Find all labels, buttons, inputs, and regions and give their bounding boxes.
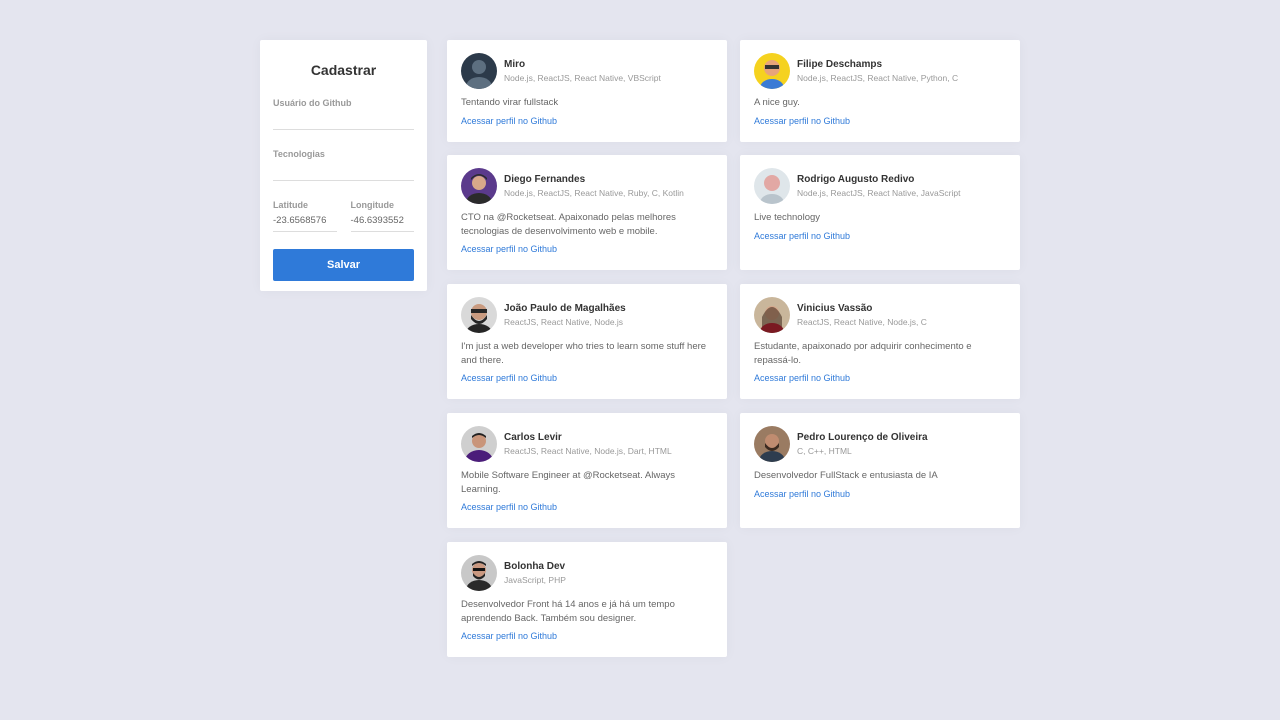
dev-card: Vinicius Vassão ReactJS, React Native, N… xyxy=(740,284,1020,399)
github-profile-link[interactable]: Acessar perfil no Github xyxy=(754,116,850,126)
dev-techs: Node.js, ReactJS, React Native, VBScript xyxy=(504,73,661,83)
user-info: Carlos Levir ReactJS, React Native, Node… xyxy=(504,432,672,456)
longitude-field[interactable]: Longitude -46.6393552 xyxy=(350,200,414,232)
techs-input[interactable] xyxy=(273,159,414,181)
dev-name: Rodrigo Augusto Redivo xyxy=(797,174,915,185)
dev-techs: Node.js, ReactJS, React Native, Python, … xyxy=(797,73,959,83)
github-profile-link[interactable]: Acessar perfil no Github xyxy=(754,373,850,383)
github-profile-link[interactable]: Acessar perfil no Github xyxy=(461,373,557,383)
dev-card: Pedro Lourenço de Oliveira C, C++, HTML … xyxy=(740,413,1020,528)
avatar xyxy=(754,297,790,333)
avatar xyxy=(461,297,497,333)
dev-card: Miro Node.js, ReactJS, React Native, VBS… xyxy=(447,40,727,142)
dev-bio: I'm just a web developer who tries to le… xyxy=(461,341,707,366)
github-user-input[interactable] xyxy=(273,108,414,130)
dev-name: Diego Fernandes xyxy=(504,174,586,185)
dev-card: Filipe Deschamps Node.js, ReactJS, React… xyxy=(740,40,1020,142)
longitude-input[interactable]: -46.6393552 xyxy=(350,210,414,232)
user-info: Diego Fernandes Node.js, ReactJS, React … xyxy=(504,174,684,198)
longitude-label: Longitude xyxy=(350,200,395,210)
dev-techs: Node.js, ReactJS, React Native, JavaScri… xyxy=(797,188,961,198)
user-info: Vinicius Vassão ReactJS, React Native, N… xyxy=(797,303,927,327)
dev-card: Carlos Levir ReactJS, React Native, Node… xyxy=(447,413,727,528)
avatar xyxy=(754,168,790,204)
dev-card-header: Pedro Lourenço de Oliveira C, C++, HTML xyxy=(754,426,1006,462)
latitude-field[interactable]: Latitude -23.6568576 xyxy=(273,200,337,232)
github-profile-link[interactable]: Acessar perfil no Github xyxy=(754,489,850,499)
register-form-panel: Cadastrar Usuário do Github Tecnologias … xyxy=(260,40,427,291)
dev-techs: C, C++, HTML xyxy=(797,446,852,456)
github-profile-link[interactable]: Acessar perfil no Github xyxy=(461,631,557,641)
avatar xyxy=(461,426,497,462)
avatar xyxy=(461,53,497,89)
dev-techs: ReactJS, React Native, Node.js, C xyxy=(797,317,927,327)
dev-card-header: Miro Node.js, ReactJS, React Native, VBS… xyxy=(461,53,713,89)
dev-techs: ReactJS, React Native, Node.js, Dart, HT… xyxy=(504,446,672,456)
github-profile-link[interactable]: Acessar perfil no Github xyxy=(461,116,557,126)
dev-techs: JavaScript, PHP xyxy=(504,575,566,585)
dev-bio: Desenvolvedor FullStack e entusiasta de … xyxy=(754,470,938,481)
dev-card: Rodrigo Augusto Redivo Node.js, ReactJS,… xyxy=(740,155,1020,270)
latitude-input[interactable]: -23.6568576 xyxy=(273,210,337,232)
avatar xyxy=(754,426,790,462)
dev-techs: Node.js, ReactJS, React Native, Ruby, C,… xyxy=(504,188,684,198)
dev-card-header: Vinicius Vassão ReactJS, React Native, N… xyxy=(754,297,1006,333)
dev-bio: A nice guy. xyxy=(754,97,800,108)
dev-name: Bolonha Dev xyxy=(504,561,566,572)
save-button[interactable]: Salvar xyxy=(273,249,414,281)
dev-bio: Estudante, apaixonado por adquirir conhe… xyxy=(754,341,972,366)
dev-card-header: Diego Fernandes Node.js, ReactJS, React … xyxy=(461,168,713,204)
user-info: Pedro Lourenço de Oliveira C, C++, HTML xyxy=(797,432,928,456)
dev-bio: Desenvolvedor Front há 14 anos e já há u… xyxy=(461,599,675,624)
dev-bio: Mobile Software Engineer at @Rocketseat.… xyxy=(461,470,675,495)
avatar xyxy=(461,168,497,204)
github-profile-link[interactable]: Acessar perfil no Github xyxy=(461,502,557,512)
form-title: Cadastrar xyxy=(310,62,377,78)
github-user-field[interactable]: Usuário do Github xyxy=(273,98,414,130)
dev-card: Bolonha Dev JavaScript, PHP Desenvolvedo… xyxy=(447,542,727,657)
user-info: Rodrigo Augusto Redivo Node.js, ReactJS,… xyxy=(797,174,960,198)
dev-card: João Paulo de Magalhães ReactJS, React N… xyxy=(447,284,727,399)
dev-name: Vinicius Vassão xyxy=(797,303,873,314)
dev-card-header: Filipe Deschamps Node.js, ReactJS, React… xyxy=(754,53,1006,89)
user-info: João Paulo de Magalhães ReactJS, React N… xyxy=(504,303,626,327)
dev-name: João Paulo de Magalhães xyxy=(504,303,626,314)
dev-card-header: Carlos Levir ReactJS, React Native, Node… xyxy=(461,426,713,462)
dev-bio: CTO na @Rocketseat. Apaixonado pelas mel… xyxy=(461,212,676,237)
user-info: Filipe Deschamps Node.js, ReactJS, React… xyxy=(797,59,958,83)
user-info: Bolonha Dev JavaScript, PHP xyxy=(504,561,566,585)
techs-label: Tecnologias xyxy=(273,149,325,159)
dev-name: Miro xyxy=(504,59,526,70)
avatar xyxy=(754,53,790,89)
dev-name: Pedro Lourenço de Oliveira xyxy=(797,432,928,443)
dev-card: Diego Fernandes Node.js, ReactJS, React … xyxy=(447,155,727,270)
dev-bio: Tentando virar fullstack xyxy=(461,97,559,108)
dev-card-header: Bolonha Dev JavaScript, PHP xyxy=(461,555,713,591)
github-profile-link[interactable]: Acessar perfil no Github xyxy=(754,231,850,241)
user-info: Miro Node.js, ReactJS, React Native, VBS… xyxy=(504,59,661,83)
coordinates-row: Latitude -23.6568576 Longitude -46.63935… xyxy=(273,200,414,251)
dev-bio: Live technology xyxy=(754,212,821,223)
avatar xyxy=(461,555,497,591)
dev-name: Filipe Deschamps xyxy=(797,59,883,70)
github-profile-link[interactable]: Acessar perfil no Github xyxy=(461,244,557,254)
dev-name: Carlos Levir xyxy=(504,432,562,443)
dev-card-header: Rodrigo Augusto Redivo Node.js, ReactJS,… xyxy=(754,168,1006,204)
dev-techs: ReactJS, React Native, Node.js xyxy=(504,317,624,327)
techs-field[interactable]: Tecnologias xyxy=(273,149,414,181)
dev-card-header: João Paulo de Magalhães ReactJS, React N… xyxy=(461,297,713,333)
github-user-label: Usuário do Github xyxy=(273,98,352,108)
latitude-label: Latitude xyxy=(273,200,308,210)
